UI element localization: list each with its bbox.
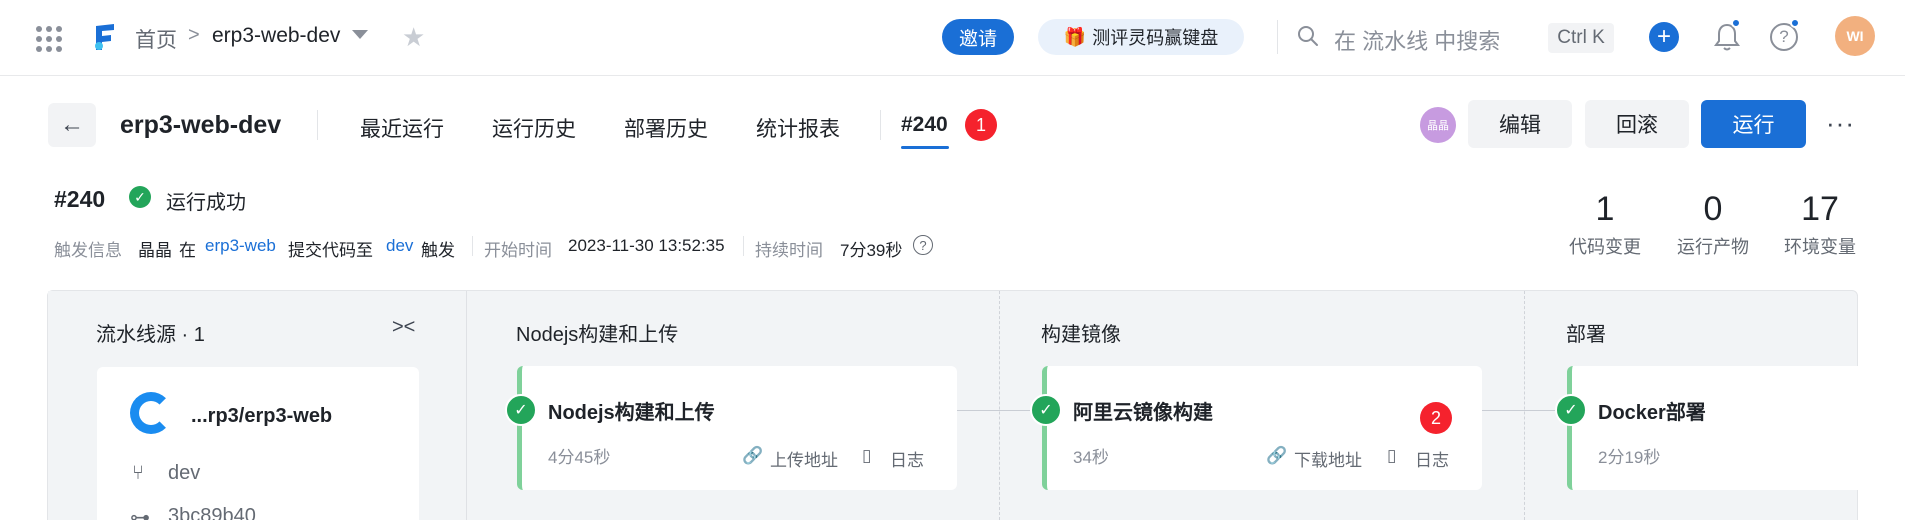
divider: [472, 236, 473, 256]
log-link[interactable]: 日志: [890, 446, 924, 471]
branch-icon: ⑂: [132, 462, 144, 484]
job-card-nodejs[interactable]: [517, 366, 957, 490]
help-circle-icon[interactable]: ?: [913, 235, 933, 255]
job-duration: 4分45秒: [548, 448, 611, 467]
stage-title-image: 构建镜像: [1041, 324, 1121, 346]
tab-recent-runs[interactable]: 最近运行: [360, 113, 444, 143]
stat-artifacts-label: 运行产物: [1677, 237, 1749, 257]
run-button[interactable]: 运行: [1701, 100, 1806, 148]
job-duration: 2分19秒: [1598, 448, 1661, 467]
download-url-link[interactable]: 下载地址: [1294, 446, 1362, 471]
stat-code-changes-value[interactable]: 1: [1570, 190, 1640, 229]
job-duration: 34秒: [1073, 448, 1109, 467]
stage-divider: [999, 291, 1000, 520]
stage-title-nodejs: Nodejs构建和上传: [516, 324, 679, 346]
job-name: Nodejs构建和上传: [548, 402, 715, 424]
job-card-image-build[interactable]: [1042, 366, 1482, 490]
branch-link[interactable]: dev: [386, 236, 413, 256]
arrow-left-icon: ←: [60, 111, 84, 138]
success-check-icon: ✓: [505, 394, 537, 426]
member-avatar[interactable]: 晶晶: [1420, 107, 1456, 143]
start-time-label: 开始时间: [484, 241, 552, 260]
stage-title-deploy: 部署: [1566, 324, 1606, 346]
link-icon: 🔗: [1266, 446, 1288, 465]
stage-divider: [1524, 291, 1525, 520]
duration: 7分39秒: [840, 241, 903, 260]
start-time: 2023-11-30 13:52:35: [568, 236, 725, 255]
notification-dot: [1731, 18, 1741, 28]
promo-button[interactable]: 🎁 测评灵码赢键盘: [1038, 19, 1244, 55]
tab-run-240[interactable]: #240: [901, 113, 948, 137]
yunxiao-logo[interactable]: [92, 22, 118, 52]
link-icon: 🔗: [742, 446, 764, 465]
divider: [317, 110, 318, 140]
trigger-commit-to: 提交代码至: [288, 241, 373, 260]
star-icon[interactable]: ★: [402, 24, 425, 50]
rollback-button[interactable]: 回滚: [1585, 100, 1689, 148]
tab-deploy-history[interactable]: 部署历史: [624, 113, 708, 143]
create-button[interactable]: +: [1649, 22, 1679, 52]
invite-button[interactable]: 邀请: [942, 19, 1014, 55]
search-input[interactable]: 在 流水线 中搜索: [1334, 24, 1500, 56]
job-card-docker-deploy[interactable]: [1567, 366, 1858, 490]
duration-label: 持续时间: [755, 241, 823, 260]
run-status: 运行成功: [166, 192, 246, 214]
caret-down-icon[interactable]: [352, 30, 368, 39]
log-icon: ▯: [1387, 446, 1397, 465]
source-title: 流水线源 · 1: [96, 324, 205, 346]
annotation-badge-2: 2: [1420, 402, 1452, 434]
source-card[interactable]: [97, 367, 419, 520]
collapse-icon[interactable]: ><: [392, 316, 415, 339]
app-grid-icon[interactable]: [36, 26, 62, 52]
stat-env-vars-label: 环境变量: [1784, 237, 1856, 257]
success-check-icon: ✓: [1030, 394, 1062, 426]
codeup-logo-icon: [130, 392, 172, 434]
breadcrumb-chevron-icon: >: [188, 24, 200, 46]
upload-url-link[interactable]: 上传地址: [770, 446, 838, 471]
stat-code-changes-label: 代码变更: [1569, 237, 1641, 257]
annotation-badge-1: 1: [965, 109, 997, 141]
user-avatar[interactable]: WI: [1835, 16, 1875, 56]
promo-label: 测评灵码赢键盘: [1092, 28, 1219, 48]
source-branch: dev: [168, 462, 201, 484]
edit-button[interactable]: 编辑: [1468, 100, 1572, 148]
divider: [880, 110, 881, 140]
divider: [1277, 20, 1278, 54]
back-button[interactable]: ←: [48, 103, 96, 147]
more-icon[interactable]: ···: [1826, 110, 1855, 136]
success-check-icon: ✓: [1555, 394, 1587, 426]
breadcrumb-project[interactable]: erp3-web-dev: [212, 24, 340, 48]
commit-icon: ⊶: [130, 507, 150, 520]
divider: [743, 236, 744, 256]
job-name: Docker部署: [1598, 402, 1706, 424]
page-title: erp3-web-dev: [120, 111, 282, 139]
repo-link[interactable]: erp3-web: [205, 236, 276, 256]
tab-reports[interactable]: 统计报表: [756, 113, 840, 143]
success-check-icon: ✓: [129, 186, 151, 208]
search-shortcut: Ctrl K: [1548, 23, 1614, 53]
gift-icon: 🎁: [1063, 26, 1087, 47]
job-name: 阿里云镜像构建: [1073, 402, 1213, 424]
trigger-user: 晶晶: [138, 241, 172, 260]
breadcrumb-home[interactable]: 首页: [135, 24, 177, 54]
tab-run-history[interactable]: 运行历史: [492, 113, 576, 143]
log-link[interactable]: 日志: [1415, 446, 1449, 471]
active-tab-indicator: [901, 146, 949, 149]
trigger-triggered: 触发: [421, 241, 455, 260]
help-dot: [1790, 18, 1800, 28]
search-icon: [1298, 26, 1318, 46]
trigger-label: 触发信息: [54, 241, 122, 260]
stat-artifacts-value[interactable]: 0: [1678, 190, 1748, 229]
run-number: #240: [54, 186, 106, 212]
log-icon: ▯: [862, 446, 872, 465]
stat-env-vars-value[interactable]: 17: [1785, 190, 1855, 229]
source-commit: 3bc89b40: [168, 505, 256, 520]
trigger-in: 在: [179, 241, 196, 260]
source-repo-name: ...rp3/erp3-web: [191, 405, 333, 427]
